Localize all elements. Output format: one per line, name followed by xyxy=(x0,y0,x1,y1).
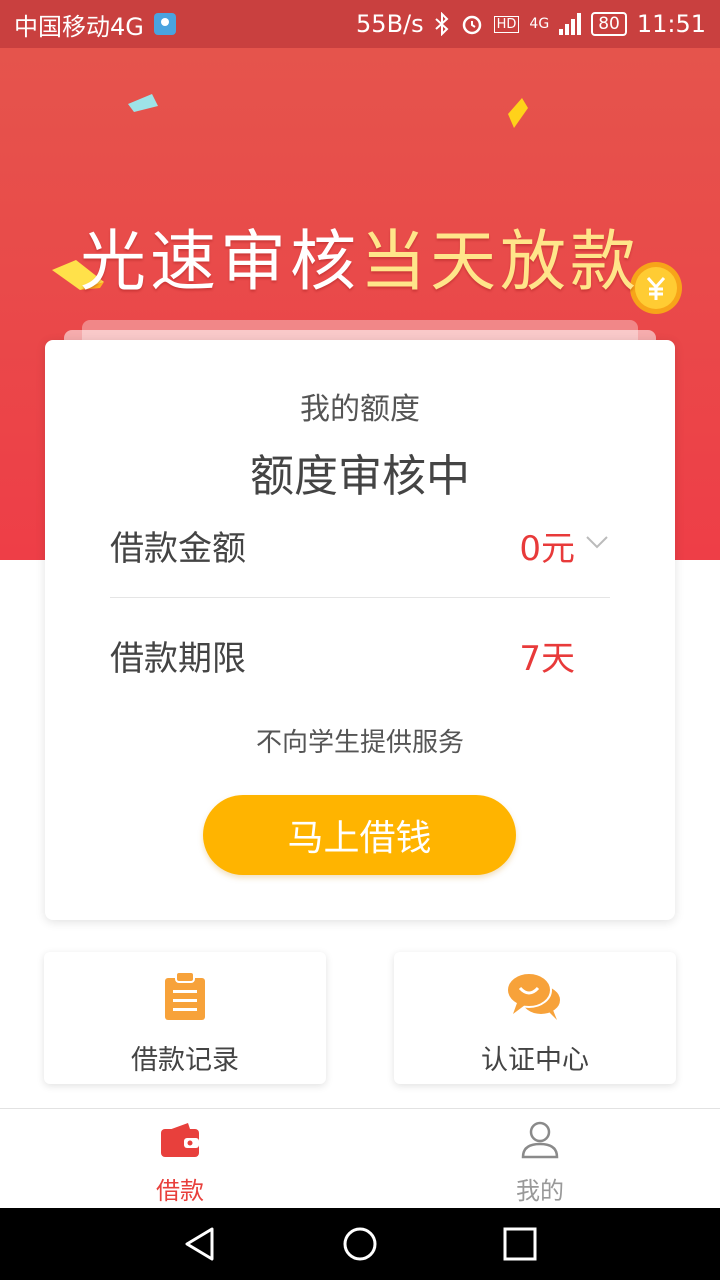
loan-amount-label: 借款金额 xyxy=(110,528,246,569)
wallet-icon xyxy=(161,1123,199,1157)
loan-amount-value: 0元 xyxy=(519,528,575,569)
loan-term-value: 7天 xyxy=(519,638,575,679)
confetti-decoration xyxy=(508,98,528,128)
recents-icon[interactable] xyxy=(502,1226,538,1262)
credit-label: 我的额度 xyxy=(300,392,420,427)
bottom-tab-bar: 借款 我的 xyxy=(0,1108,720,1208)
status-bar: 中国移动4G 55B/s HD 4G 80 11:51 xyxy=(0,0,720,48)
verification-center-label: 认证中心 xyxy=(481,1045,589,1076)
battery-indicator: 80 xyxy=(591,12,627,36)
clipboard-icon xyxy=(165,971,205,1020)
network-type: 4G xyxy=(529,16,550,32)
tab-loan-label: 借款 xyxy=(156,1177,204,1205)
verification-center-button[interactable]: 认证中心 xyxy=(394,952,676,1084)
hero-title: 光速审核当天放款 xyxy=(0,208,720,304)
clock: 11:51 xyxy=(636,10,706,38)
loan-records-button[interactable]: 借款记录 xyxy=(44,952,326,1084)
tab-mine[interactable]: 我的 xyxy=(360,1109,720,1209)
system-nav-bar xyxy=(0,1208,720,1280)
home-icon[interactable] xyxy=(342,1226,378,1262)
network-speed: 55B/s xyxy=(356,10,424,38)
hero-title-highlight: 当天放款 xyxy=(360,223,640,300)
status-left: 中国移动4G xyxy=(14,7,176,42)
hero-title-main: 光速审核 xyxy=(80,223,360,300)
alarm-icon xyxy=(462,15,481,35)
credit-card-panel: 我的额度 额度审核中 借款金额 0元 借款期限 7天 不向学生提供服务 马上借钱 xyxy=(45,340,675,920)
back-icon[interactable] xyxy=(182,1226,218,1262)
loan-records-label: 借款记录 xyxy=(131,1045,239,1076)
chat-bubbles-icon xyxy=(506,972,562,1020)
user-icon xyxy=(521,1121,559,1159)
tab-loan[interactable]: 借款 xyxy=(0,1109,360,1209)
carrier-text: 中国移动4G xyxy=(14,12,144,41)
divider xyxy=(110,597,610,598)
confetti-decoration xyxy=(128,94,158,112)
location-icon xyxy=(153,13,176,35)
signal-icon xyxy=(559,13,582,35)
chevron-down-icon[interactable] xyxy=(585,530,609,554)
loan-term-label: 借款期限 xyxy=(110,638,246,679)
loan-term-row: 借款期限 7天 xyxy=(110,625,610,685)
borrow-now-button[interactable]: 马上借钱 xyxy=(203,795,516,875)
credit-status: 额度审核中 xyxy=(250,451,470,502)
loan-amount-row[interactable]: 借款金额 0元 xyxy=(110,515,610,575)
tab-mine-label: 我的 xyxy=(516,1177,564,1205)
hd-label: HD xyxy=(493,15,520,33)
status-right: 55B/s HD 4G 80 11:51 xyxy=(356,10,706,38)
student-notice: 不向学生提供服务 xyxy=(255,728,464,758)
bluetooth-icon xyxy=(434,12,449,36)
